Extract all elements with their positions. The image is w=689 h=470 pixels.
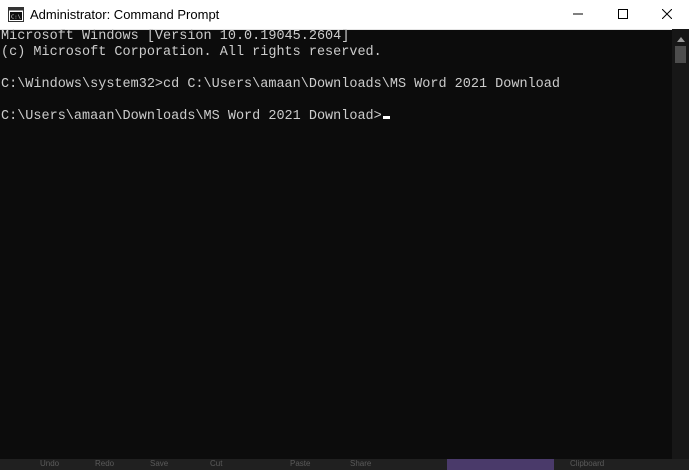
strip-item: Paste [290, 459, 311, 468]
window-title: Administrator: Command Prompt [30, 7, 220, 22]
vertical-scrollbar[interactable] [672, 29, 689, 459]
background-app-strip: Undo Redo Save Cut Paste Share Clipboard [0, 459, 689, 470]
text-cursor [382, 116, 390, 119]
svg-text:C:\: C:\ [11, 15, 21, 21]
strip-item: Share [350, 459, 372, 468]
scroll-up-button[interactable] [672, 29, 689, 46]
strip-item: Save [150, 459, 169, 468]
chevron-up-icon [676, 29, 685, 47]
console-line-cd-command: C:\Windows\system32>cd C:\Users\amaan\Do… [1, 77, 560, 92]
console-output[interactable]: Microsoft Windows [Version 10.0.19045.26… [1, 29, 671, 458]
strip-highlight [447, 459, 554, 470]
strip-item: Cut [210, 459, 223, 468]
maximize-button[interactable] [600, 0, 646, 29]
title-bar[interactable]: C:\ Administrator: Command Prompt [0, 0, 689, 30]
strip-item: Redo [95, 459, 115, 468]
scrollbar-thumb[interactable] [675, 46, 686, 63]
command-prompt-icon: C:\ [8, 7, 24, 22]
console-line-version: Microsoft Windows [Version 10.0.19045.26… [1, 29, 350, 44]
strip-item: Undo [40, 459, 60, 468]
close-button[interactable] [644, 0, 689, 29]
command-prompt-window: C:\ Administrator: Command Prompt Micros… [0, 0, 689, 470]
console-prompt-line[interactable]: C:\Users\amaan\Downloads\MS Word 2021 Do… [1, 109, 671, 125]
console-line-copyright: (c) Microsoft Corporation. All rights re… [1, 45, 382, 60]
minimize-icon [573, 7, 583, 22]
strip-item: Clipboard [570, 459, 605, 468]
minimize-button[interactable] [555, 0, 601, 29]
close-icon [661, 7, 673, 22]
console-prompt: C:\Users\amaan\Downloads\MS Word 2021 Do… [1, 109, 382, 124]
maximize-icon [618, 7, 628, 22]
